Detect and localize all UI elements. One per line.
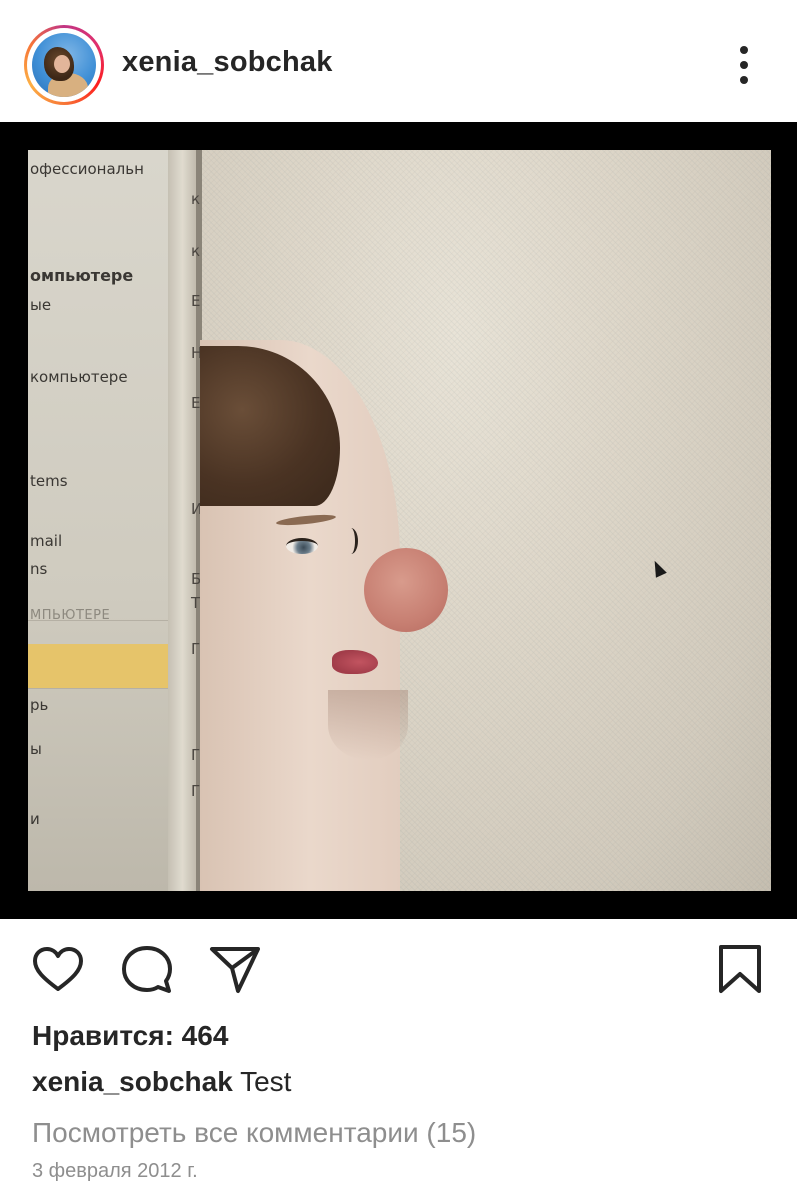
portrait-lips bbox=[332, 650, 378, 674]
screen-menu-text: и bbox=[30, 810, 40, 828]
screen-menu-text: рь bbox=[30, 696, 49, 714]
avatar-figure-face bbox=[54, 55, 70, 73]
screen-menu-text: ns bbox=[30, 560, 48, 578]
heart-icon[interactable] bbox=[31, 943, 85, 997]
photo-content: офессиональн омпьютере ые компьютере tem… bbox=[28, 150, 771, 891]
screen-menu-text: компьютере bbox=[30, 368, 128, 386]
post-date: 3 февраля 2012 г. bbox=[32, 1160, 198, 1182]
screen-menu-text: ы bbox=[30, 740, 42, 758]
screen-fold-letter: к bbox=[191, 190, 201, 208]
heart-icon-graphic bbox=[33, 947, 83, 991]
avatar[interactable] bbox=[32, 33, 96, 97]
caption: xenia_sobchak Test bbox=[32, 1066, 291, 1098]
more-dot bbox=[740, 61, 748, 69]
more-vertical-icon[interactable] bbox=[726, 40, 762, 90]
screen-menu-text: офессиональн bbox=[30, 160, 144, 178]
screen-fold-letter: к bbox=[191, 242, 201, 260]
caption-username[interactable]: xenia_sobchak bbox=[32, 1066, 233, 1097]
screen-fold-letter: Г bbox=[191, 782, 201, 800]
view-comments-link[interactable]: Посмотреть все комментарии (15) bbox=[32, 1117, 476, 1149]
screen-fold-letter: Т bbox=[191, 594, 201, 612]
action-bar bbox=[0, 919, 797, 1009]
share-icon[interactable] bbox=[208, 943, 262, 997]
story-ring[interactable] bbox=[24, 25, 104, 105]
portrait-lashes bbox=[344, 528, 358, 554]
screen-menu-panel bbox=[28, 150, 168, 891]
screen-menu-text: омпьютере bbox=[30, 266, 134, 285]
share-icon-graphic bbox=[210, 947, 260, 993]
likes-count[interactable]: Нравится: 464 bbox=[32, 1020, 228, 1052]
screen-menu-text: tems bbox=[30, 472, 68, 490]
clown-nose bbox=[364, 548, 448, 632]
caption-text: Test bbox=[240, 1066, 292, 1097]
screen-fold-letter: Г bbox=[191, 640, 201, 658]
screen-menu-highlight bbox=[28, 644, 172, 688]
bookmark-icon-graphic bbox=[719, 945, 761, 993]
username[interactable]: xenia_sobchak bbox=[122, 46, 333, 79]
more-dot bbox=[740, 76, 748, 84]
comment-icon-graphic bbox=[122, 946, 172, 993]
post-header: xenia_sobchak bbox=[0, 0, 797, 122]
bookmark-icon[interactable] bbox=[713, 943, 767, 997]
screen-menu-text: ые bbox=[30, 296, 52, 314]
post-photo[interactable]: офессиональн омпьютере ые компьютере tem… bbox=[0, 122, 797, 919]
portrait-chin-shadow bbox=[328, 690, 408, 760]
screen-fold-letter: Е bbox=[191, 292, 201, 310]
screen-menu-text: mail bbox=[30, 532, 63, 550]
portrait-eye bbox=[286, 538, 318, 554]
more-dot bbox=[740, 46, 748, 54]
comment-icon[interactable] bbox=[120, 943, 174, 997]
screen-menu-divider bbox=[28, 688, 172, 689]
screen-fold-letter: Г bbox=[191, 746, 201, 764]
avatar-gap bbox=[27, 28, 101, 102]
screen-menu-text: МПЬЮТЕРЕ bbox=[30, 608, 111, 623]
